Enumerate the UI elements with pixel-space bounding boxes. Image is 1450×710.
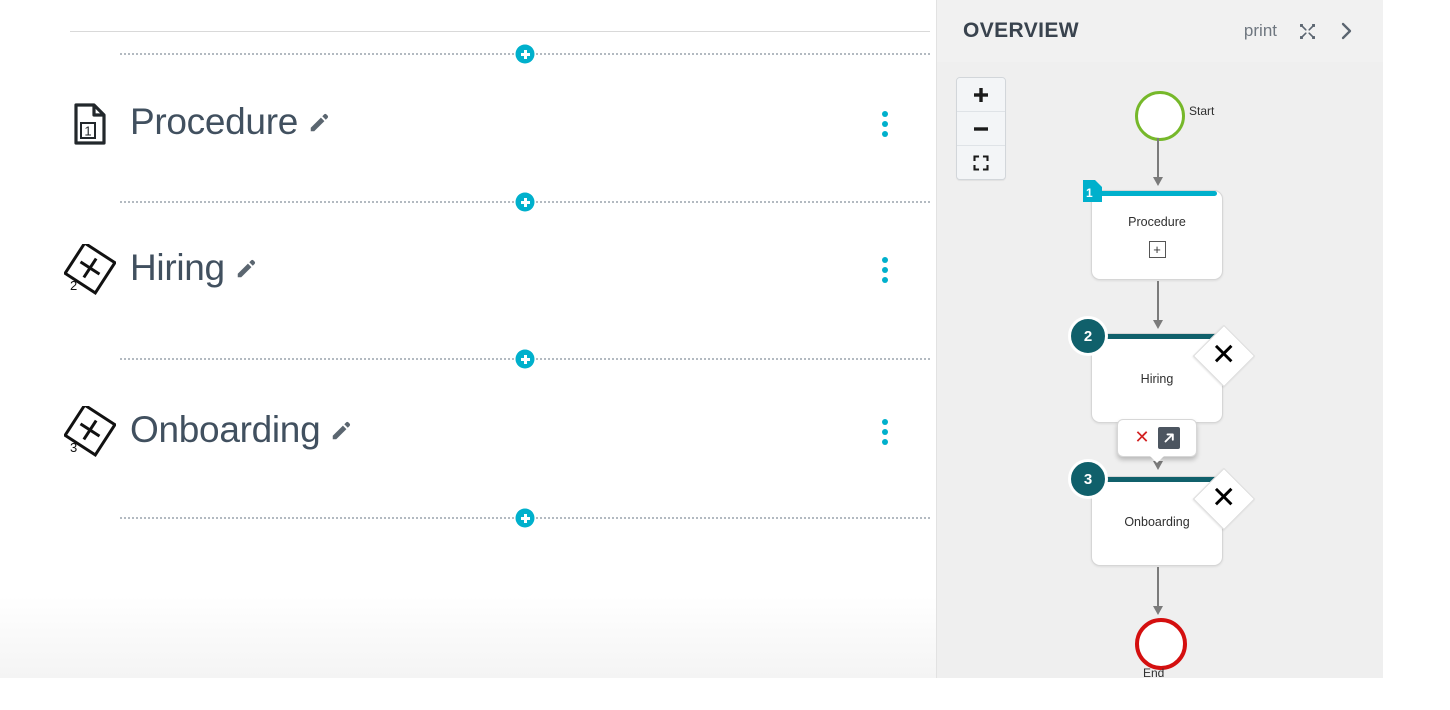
node-badge-number: 1 — [1086, 186, 1093, 200]
node-label: Onboarding — [1124, 515, 1190, 529]
overview-header: OVERVIEW print — [937, 0, 1383, 63]
gateway-diamond-icon: 3 — [62, 404, 118, 460]
node-label: Hiring — [1140, 372, 1174, 386]
chevron-right-icon[interactable] — [1337, 21, 1357, 41]
start-event-label: Start — [1189, 104, 1215, 118]
add-step-button[interactable] — [515, 349, 535, 369]
gateway-x-glyph: ✕ — [1211, 480, 1237, 516]
app-screen: 1 Procedure 2 Hiring 3 Onboarding OVERVI… — [0, 0, 1450, 710]
print-button[interactable]: print — [1244, 21, 1277, 41]
step-title-text: Hiring — [130, 246, 225, 288]
step-row[interactable]: 1 Procedure — [0, 78, 936, 170]
step-separator — [120, 192, 930, 212]
node-accent-bar — [1097, 191, 1217, 196]
pencil-icon[interactable] — [235, 247, 257, 289]
svg-text:2: 2 — [70, 278, 77, 293]
kebab-menu-icon[interactable] — [874, 416, 896, 448]
node-context-popover: ✕ — [1117, 419, 1197, 457]
node-accent-bar — [1097, 334, 1217, 339]
kebab-menu-icon[interactable] — [874, 254, 896, 286]
top-divider — [70, 31, 930, 32]
svg-text:3: 3 — [70, 440, 77, 455]
zoom-out-button[interactable] — [957, 112, 1005, 146]
start-event-node[interactable] — [1135, 91, 1185, 141]
step-title: Hiring — [130, 247, 257, 293]
svg-text:1: 1 — [84, 124, 91, 139]
step-title: Onboarding — [130, 409, 352, 455]
connector-arrow — [1153, 138, 1163, 186]
step-separator — [120, 44, 930, 64]
add-step-button[interactable] — [515, 508, 535, 528]
node-badge-number[interactable]: 2 — [1068, 316, 1108, 356]
step-title-text: Onboarding — [130, 408, 321, 450]
step-row[interactable]: 3 Onboarding — [0, 386, 936, 478]
gateway-diamond-icon: 2 — [62, 242, 118, 298]
pencil-icon[interactable] — [330, 409, 352, 451]
document-badge-icon[interactable]: 1 — [1083, 180, 1102, 202]
overview-panel: OVERVIEW print Start 1 Procedure + 2 Hir… — [936, 0, 1383, 678]
open-external-arrow-icon[interactable] — [1157, 427, 1180, 449]
end-event-node[interactable] — [1135, 618, 1187, 670]
diagram-canvas[interactable]: Start 1 Procedure + 2 Hiring ✕ ✕ 3 Onboa… — [937, 62, 1383, 678]
step-separator — [120, 349, 930, 369]
node-expand-button[interactable]: + — [1148, 240, 1166, 258]
zoom-in-button[interactable] — [957, 78, 1005, 112]
step-editor-pane: 1 Procedure 2 Hiring 3 Onboarding — [0, 0, 936, 678]
add-step-button[interactable] — [515, 192, 535, 212]
pencil-icon[interactable] — [308, 101, 330, 143]
document-icon: 1 — [62, 96, 118, 152]
connector-arrow — [1153, 567, 1163, 615]
connector-arrow — [1153, 281, 1163, 329]
red-x-delete-icon[interactable]: ✕ — [1134, 429, 1149, 447]
step-title-text: Procedure — [130, 100, 299, 142]
step-row[interactable]: 2 Hiring — [0, 224, 936, 316]
overview-header-actions: print — [1244, 21, 1357, 41]
add-step-button[interactable] — [515, 44, 535, 64]
step-title: Procedure — [130, 101, 330, 147]
fit-to-screen-icon[interactable] — [957, 146, 1005, 179]
zoom-controls — [956, 77, 1006, 180]
diagram-node-procedure[interactable]: 1 Procedure + — [1083, 180, 1223, 280]
node-badge-number[interactable]: 3 — [1068, 459, 1108, 499]
gateway-x-glyph: ✕ — [1211, 337, 1237, 373]
expand-arrows-icon[interactable] — [1297, 21, 1317, 41]
kebab-menu-icon[interactable] — [874, 108, 896, 140]
panel-title: OVERVIEW — [963, 19, 1080, 42]
end-event-label: End — [1143, 666, 1165, 678]
step-separator — [120, 508, 930, 528]
node-accent-bar — [1097, 477, 1217, 482]
node-label: Procedure — [1128, 214, 1186, 229]
